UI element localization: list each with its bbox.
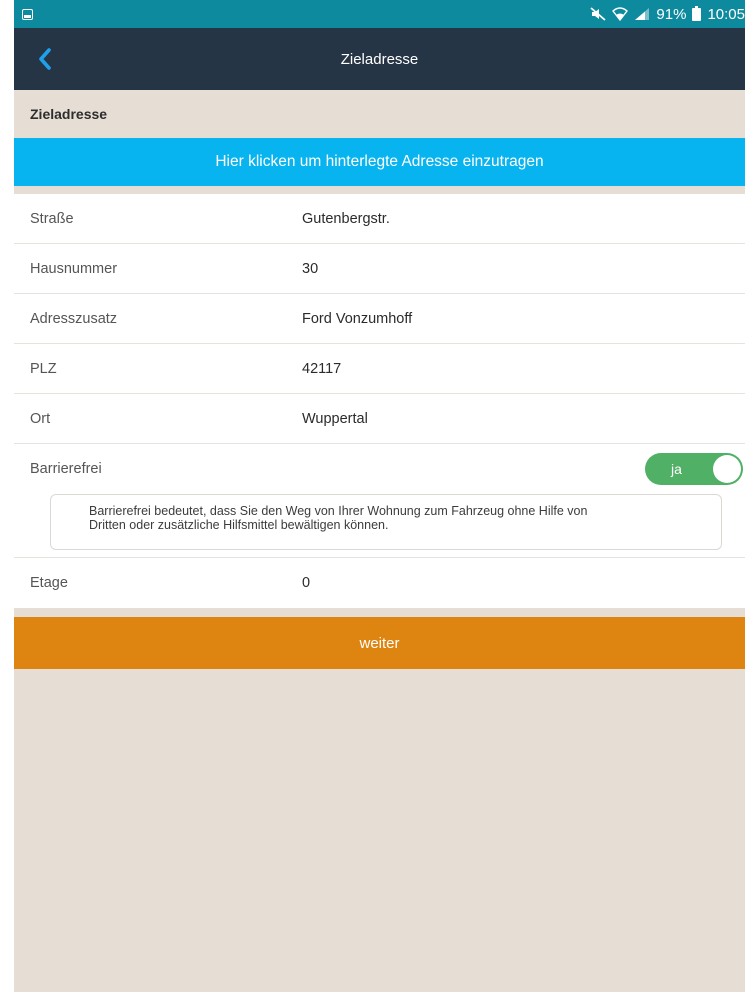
barrier-free-row: Barrierefrei ja [14,444,745,494]
info-text-line-2: Dritten oder zusätzliche Hilfsmittel bew… [89,518,389,532]
toggle-knob [713,455,741,483]
address-suffix-value[interactable]: Ford Vonzumhoff [302,311,412,327]
page-title: Zieladresse [340,50,419,68]
postal-code-row[interactable]: PLZ 42117 [14,344,745,394]
address-form: Straße Gutenbergstr. Hausnummer 30 Adres… [14,194,745,608]
address-suffix-label: Adresszusatz [30,310,118,327]
barrier-free-info-box: Barrierefrei bedeutet, dass Sie den Weg … [50,494,722,550]
back-button[interactable] [32,46,58,72]
mute-icon [590,7,607,21]
floor-row[interactable]: Etage 0 [14,558,745,608]
gallery-notification-icon [22,8,33,20]
city-row[interactable]: Ort Wuppertal [14,394,745,444]
battery-percent: 91% [656,5,687,23]
wifi-icon [612,7,629,21]
barrier-free-info-container: Barrierefrei bedeutet, dass Sie den Weg … [14,494,745,558]
next-button[interactable]: weiter [14,617,745,669]
house-number-row[interactable]: Hausnummer 30 [14,244,745,294]
section-header: Zieladresse [14,90,745,138]
city-label: Ort [30,410,51,427]
postal-code-value[interactable]: 42117 [302,361,341,377]
status-bar: 91% 10:05 [14,0,745,28]
use-saved-address-button[interactable]: Hier klicken um hinterlegte Adresse einz… [14,138,745,186]
barrier-free-toggle[interactable]: ja [645,453,743,485]
street-label: Straße [30,210,74,227]
nav-bar: Zieladresse [14,28,745,90]
toggle-label: ja [671,461,682,477]
floor-value[interactable]: 0 [302,575,310,591]
chevron-left-icon [39,48,51,70]
spacer [14,608,745,617]
address-suffix-row[interactable]: Adresszusatz Ford Vonzumhoff [14,294,745,344]
app-screen: 91% 10:05 Zieladresse Zieladresse Hier k… [14,0,745,992]
city-value[interactable]: Wuppertal [302,411,368,427]
battery-icon [692,5,702,21]
floor-label: Etage [30,575,68,591]
street-value[interactable]: Gutenbergstr. [302,211,390,227]
barrier-free-label: Barrierefrei [30,461,102,477]
postal-code-label: PLZ [30,360,57,377]
signal-icon [634,7,650,21]
street-row[interactable]: Straße Gutenbergstr. [14,194,745,244]
info-text-line-1: Barrierefrei bedeutet, dass Sie den Weg … [89,504,588,518]
house-number-label: Hausnummer [30,260,118,277]
house-number-value[interactable]: 30 [302,261,318,277]
status-time: 10:05 [707,5,745,23]
